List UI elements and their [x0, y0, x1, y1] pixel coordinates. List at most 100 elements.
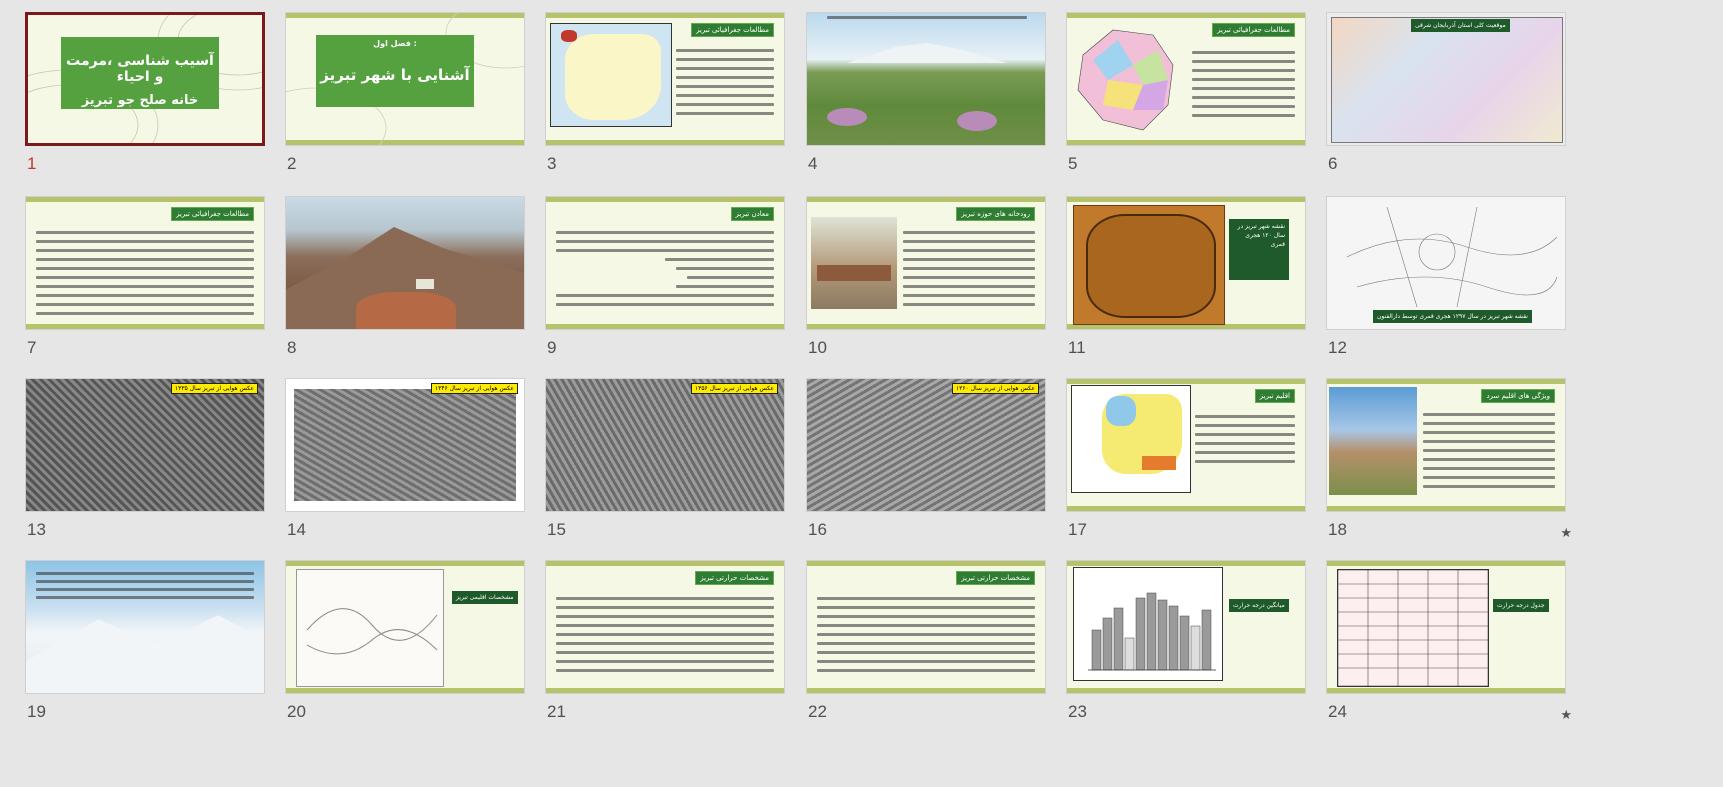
slide-thumbnail[interactable]: مشخصات اقلیمی تبریز — [285, 560, 525, 694]
slide-heading-tag: نقشه شهر تبریز در سال ۱۲۰ هجری قمری — [1229, 219, 1289, 280]
slide-thumbnail[interactable] — [806, 12, 1046, 146]
landscape-photo — [1329, 387, 1417, 495]
slide-number: 21 — [547, 702, 566, 721]
slide-number: 15 — [547, 520, 566, 539]
slide-thumbnail[interactable]: موقعیت کلی استان آذربایجان شرقی — [1326, 12, 1566, 146]
historic-map-image — [1346, 206, 1558, 308]
slide-thumbnail[interactable]: رودخانه های حوزه تبریز — [806, 196, 1046, 330]
slide-thumbnail[interactable]: جدول درجه حرارت — [1326, 560, 1566, 694]
slide-number: 16 — [808, 520, 827, 539]
slide-17[interactable]: اقلیم تبریز 17 — [1066, 378, 1308, 578]
climate-map-image — [1071, 385, 1191, 493]
climate-graph-image — [296, 569, 444, 687]
slide-8[interactable]: 8 — [285, 196, 527, 396]
slide-19[interactable]: 19 — [25, 560, 267, 760]
slide-thumbnail[interactable]: فصل اول : آشنایی با شهر تبریز — [285, 12, 525, 146]
slide-subtitle: آشنایی با شهر تبریز — [320, 66, 470, 84]
slide-number: 13 — [27, 520, 46, 539]
province-map-image — [1077, 29, 1174, 131]
slide-number: 24 — [1328, 702, 1347, 721]
slide-heading-tag: میانگین درجه حرارت — [1229, 599, 1289, 612]
slide-thumbnail[interactable]: مطالعات جغرافیائی تبریز — [1066, 12, 1306, 146]
slide-number: 12 — [1328, 338, 1347, 357]
slide-18[interactable]: ویژگی های اقلیم سرد 18 ★ — [1326, 378, 1572, 578]
slide-thumbnail[interactable]: ویژگی های اقلیم سرد — [1326, 378, 1566, 512]
slide-number: 11 — [1068, 338, 1086, 357]
slide-11[interactable]: نقشه شهر تبریز در سال ۱۲۰ هجری قمری 11 — [1066, 196, 1308, 396]
slide-thumbnail[interactable]: مطالعات جغرافیائی تبریز — [545, 12, 785, 146]
slide-heading-tag: عکس هوایی از تبریز سال ۱۳۶۰ — [951, 383, 1039, 394]
slide-number: 10 — [808, 338, 827, 357]
slide-heading-tag: اقلیم تبریز — [1254, 389, 1295, 403]
slide-thumbnail[interactable]: میانگین درجه حرارت — [1066, 560, 1306, 694]
animation-star-icon[interactable]: ★ — [1560, 526, 1572, 541]
slide-20[interactable]: مشخصات اقلیمی تبریز 20 — [285, 560, 527, 760]
slide-heading-tag: مشخصات اقلیمی تبریز — [452, 591, 518, 604]
slide-thumbnail[interactable]: نقشه شهر تبریز در سال ۱۲۹۷ هجری قمری توس… — [1326, 196, 1566, 330]
temperature-bar-chart-image — [1073, 567, 1223, 681]
slide-12[interactable]: نقشه شهر تبریز در سال ۱۲۹۷ هجری قمری توس… — [1326, 196, 1568, 396]
slide-15[interactable]: عکس هوایی از تبریز سال ۱۳۵۶ 15 — [545, 378, 787, 578]
slide-number: 3 — [547, 154, 557, 173]
slide-thumbnail[interactable]: عکس هوایی از تبریز سال ۱۳۳۵ — [25, 378, 265, 512]
slide-number: 18 — [1328, 520, 1347, 539]
slide-thumbnail[interactable]: عکس هوایی از تبریز سال ۱۳۴۶ — [285, 378, 525, 512]
slide-heading-tag: معادن تبریز — [730, 207, 774, 221]
slide-heading-tag: مشخصات حرارتی تبریز — [956, 571, 1035, 585]
slide-thumbnail[interactable]: مشخصات حرارتی تبریز — [545, 560, 785, 694]
city-map-image — [1331, 17, 1563, 143]
mountain-image — [847, 43, 1007, 63]
animation-star-icon[interactable]: ★ — [1560, 708, 1572, 723]
slide-number: 8 — [287, 338, 297, 357]
slide-24[interactable]: جدول درجه حرارت 24 ★ — [1326, 560, 1572, 760]
slide-heading-tag: عکس هوایی از تبریز سال ۱۳۳۵ — [170, 383, 258, 394]
slide-14[interactable]: عکس هوایی از تبریز سال ۱۳۴۶ 14 — [285, 378, 527, 578]
slide-title: فصل اول : — [373, 39, 417, 48]
aerial-photo — [294, 389, 516, 501]
slide-heading-tag: جدول درجه حرارت — [1493, 599, 1549, 612]
temperature-table-image — [1337, 569, 1489, 687]
slide-7[interactable]: مطالعات جغرافیائی تبریز 7 — [25, 196, 267, 396]
slide-3[interactable]: مطالعات جغرافیائی تبریز 3 — [545, 12, 787, 212]
slide-thumbnail[interactable] — [25, 560, 265, 694]
slide-thumbnail[interactable]: اقلیم تبریز — [1066, 378, 1306, 512]
slide-heading-tag: رودخانه های حوزه تبریز — [956, 207, 1035, 221]
slide-thumbnail[interactable] — [285, 196, 525, 330]
slide-number: 7 — [27, 338, 37, 357]
slide-heading-tag: موقعیت کلی استان آذربایجان شرقی — [1411, 19, 1510, 32]
slide-heading-tag: مطالعات جغرافیائی تبریز — [171, 207, 254, 221]
slide-22[interactable]: مشخصات حرارتی تبریز 22 — [806, 560, 1048, 760]
slide-thumbnail[interactable]: آسیب شناسی ،مرمت و احیاء خانه صلح جو تبر… — [25, 12, 265, 146]
slide-thumbnail[interactable]: عکس هوایی از تبریز سال ۱۳۶۰ — [806, 378, 1046, 512]
slide-4[interactable]: 4 — [806, 12, 1048, 212]
slide-thumbnail[interactable]: معادن تبریز — [545, 196, 785, 330]
slide-number: 17 — [1068, 520, 1087, 539]
slide-title: آسیب شناسی ،مرمت و احیاء — [66, 53, 214, 85]
slide-number: 14 — [287, 520, 306, 539]
old-city-map-image — [1073, 205, 1225, 325]
slide-9[interactable]: معادن تبریز 9 — [545, 196, 787, 396]
slide-heading-tag: مشخصات حرارتی تبریز — [695, 571, 774, 585]
slide-number: 1 — [27, 154, 37, 173]
slide-13[interactable]: عکس هوایی از تبریز سال ۱۳۳۵ 13 — [25, 378, 267, 578]
slide-thumbnail[interactable]: مطالعات جغرافیائی تبریز — [25, 196, 265, 330]
title-box: آسیب شناسی ،مرمت و احیاء خانه صلح جو تبر… — [61, 37, 219, 109]
slide-number: 20 — [287, 702, 306, 721]
bridge-photo — [811, 217, 897, 309]
slide-6[interactable]: موقعیت کلی استان آذربایجان شرقی 6 — [1326, 12, 1568, 212]
slide-23[interactable]: میانگین درجه حرارت 23 — [1066, 560, 1308, 760]
slide-number: 22 — [808, 702, 827, 721]
slide-heading-tag: مطالعات جغرافیائی تبریز — [1212, 23, 1295, 37]
slide-thumbnail[interactable]: عکس هوایی از تبریز سال ۱۳۵۶ — [545, 378, 785, 512]
slide-sorter-grid: آسیب شناسی ،مرمت و احیاء خانه صلح جو تبر… — [0, 0, 1723, 787]
slide-16[interactable]: عکس هوایی از تبریز سال ۱۳۶۰ 16 — [806, 378, 1048, 578]
title-box: فصل اول : آشنایی با شهر تبریز — [316, 35, 474, 107]
slide-thumbnail[interactable]: مشخصات حرارتی تبریز — [806, 560, 1046, 694]
slide-heading-tag: عکس هوایی از تبریز سال ۱۳۵۶ — [690, 383, 778, 394]
slide-1[interactable]: آسیب شناسی ،مرمت و احیاء خانه صلح جو تبر… — [25, 12, 267, 212]
slide-21[interactable]: مشخصات حرارتی تبریز 21 — [545, 560, 787, 760]
slide-2[interactable]: فصل اول : آشنایی با شهر تبریز 2 — [285, 12, 527, 212]
slide-5[interactable]: مطالعات جغرافیائی تبریز 5 — [1066, 12, 1308, 212]
slide-10[interactable]: رودخانه های حوزه تبریز 10 — [806, 196, 1048, 396]
slide-thumbnail[interactable]: نقشه شهر تبریز در سال ۱۲۰ هجری قمری — [1066, 196, 1306, 330]
